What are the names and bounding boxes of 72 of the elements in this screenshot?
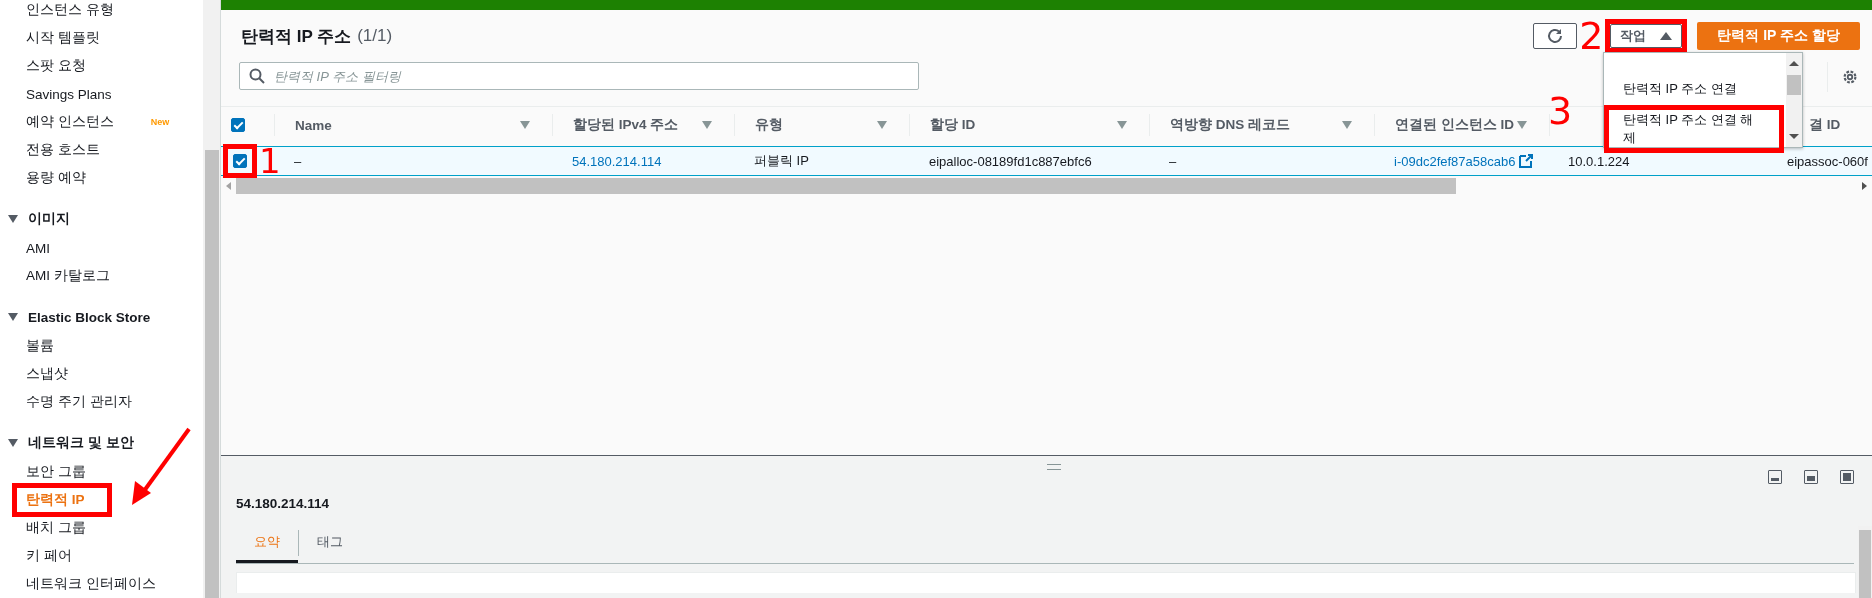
- menu-item[interactable]: 탄력적 IP 주소 연결 해제: [1604, 105, 1784, 153]
- layout-icon[interactable]: [1840, 470, 1854, 484]
- scrollbar-thumb[interactable]: [1859, 530, 1871, 598]
- column-header[interactable]: Name: [295, 117, 332, 133]
- menu-item[interactable]: 탄력적 IP 주소 연결: [1604, 73, 1786, 105]
- scrollbar-thumb[interactable]: [205, 150, 219, 598]
- table-cell: –: [1169, 153, 1177, 169]
- layout-icon[interactable]: [1768, 470, 1782, 484]
- settings-icon[interactable]: [1841, 68, 1859, 86]
- menu-scrollbar[interactable]: [1786, 53, 1802, 147]
- nav-item[interactable]: 전용 호스트: [26, 141, 100, 159]
- nav-section-title: 네트워크 및 보안: [28, 434, 134, 452]
- nav-section-title: Elastic Block Store: [28, 309, 151, 325]
- nav-item[interactable]: 보안 그룹: [26, 463, 86, 481]
- nav-item[interactable]: 시작 템플릿: [26, 29, 100, 47]
- table-row[interactable]: 1 – 54.180.214.114 퍼블릭 IP eipalloc-08189fd1c887ebfc6 – i-09dc2fef87a58cab6 10.0.1.224 eipassoc-060f: [221, 146, 1872, 176]
- sort-icon[interactable]: [1117, 121, 1127, 129]
- sort-icon[interactable]: [1517, 121, 1527, 129]
- table-cell: eipalloc-08189fd1c887ebfc6: [929, 153, 1092, 169]
- tab[interactable]: 태그: [299, 523, 361, 563]
- external-link-icon[interactable]: [1519, 154, 1534, 168]
- refresh-icon: [1546, 27, 1565, 45]
- nav-item[interactable]: 용량 예약: [26, 169, 86, 187]
- sort-icon[interactable]: [702, 121, 712, 129]
- column-header[interactable]: 할당된 IPv4 주소: [573, 116, 679, 134]
- nav-item[interactable]: Savings Plans: [26, 86, 112, 102]
- filter-field[interactable]: 탄력적 IP 주소 필터링: [239, 62, 919, 90]
- nav-item[interactable]: 스팟 요청: [26, 57, 86, 75]
- layout-icon[interactable]: [1804, 470, 1818, 484]
- column-header[interactable]: 결 ID: [1809, 116, 1841, 134]
- item-count: (1/1): [357, 26, 393, 46]
- resize-handle[interactable]: [1047, 464, 1061, 470]
- nav-item[interactable]: 배치 그룹: [26, 519, 86, 537]
- instance-link[interactable]: i-09dc2fef87a58cab6: [1394, 153, 1516, 169]
- scrollbar-thumb[interactable]: [236, 178, 1456, 194]
- nav-item[interactable]: 스냅샷: [26, 365, 68, 383]
- annotation-number: 1: [259, 144, 281, 178]
- nav-section-header[interactable]: 이미지: [0, 204, 203, 234]
- table-cell: –: [294, 153, 302, 169]
- nav-section-header[interactable]: 네트워크 및 보안: [0, 428, 203, 458]
- select-all-checkbox[interactable]: [231, 118, 245, 132]
- annotation-number: 3: [1548, 92, 1573, 130]
- nav-item[interactable]: AMI: [26, 240, 50, 256]
- table-cell: 퍼블릭 IP: [754, 152, 809, 170]
- nav-item[interactable]: 예약 인스턴스: [26, 113, 114, 131]
- nav-item[interactable]: 수명 주기 관리자: [26, 393, 132, 411]
- column-header[interactable]: 역방향 DNS 레코드: [1170, 116, 1290, 134]
- nav-item[interactable]: 네트워크 인터페이스: [26, 575, 156, 593]
- table-cell: eipassoc-060f: [1787, 153, 1868, 169]
- nav-section-header[interactable]: Elastic Block Store: [0, 302, 203, 332]
- column-header[interactable]: 할당 ID: [930, 116, 976, 134]
- actions-button[interactable]: 작업: [1610, 24, 1683, 48]
- nav-item[interactable]: 볼륨: [26, 337, 54, 355]
- nav-section-title: 이미지: [28, 210, 70, 228]
- sort-icon[interactable]: [520, 121, 530, 129]
- row-checkbox[interactable]: [233, 154, 247, 168]
- details-title: 54.180.214.114: [236, 496, 331, 511]
- nav-item[interactable]: 인스턴스 유형: [26, 1, 114, 19]
- annotation-number: 2: [1579, 17, 1604, 55]
- sort-icon[interactable]: [877, 121, 887, 129]
- nav-item[interactable]: 키 페어: [26, 547, 72, 565]
- ip-link[interactable]: 54.180.214.114: [572, 153, 662, 169]
- scroll-right-icon[interactable]: [1862, 182, 1867, 190]
- new-label: New: [150, 117, 170, 127]
- table-cell: 10.0.1.224: [1568, 153, 1630, 169]
- scroll-left-icon[interactable]: [226, 182, 231, 190]
- nav-item[interactable]: AMI 카탈로그: [26, 267, 110, 285]
- refresh-button[interactable]: [1533, 23, 1578, 49]
- panel-title: 탄력적 IP 주소: [241, 25, 352, 48]
- column-header[interactable]: 연결된 인스턴스 ID: [1395, 116, 1514, 134]
- column-header[interactable]: 유형: [755, 116, 783, 134]
- sort-icon[interactable]: [1342, 121, 1352, 129]
